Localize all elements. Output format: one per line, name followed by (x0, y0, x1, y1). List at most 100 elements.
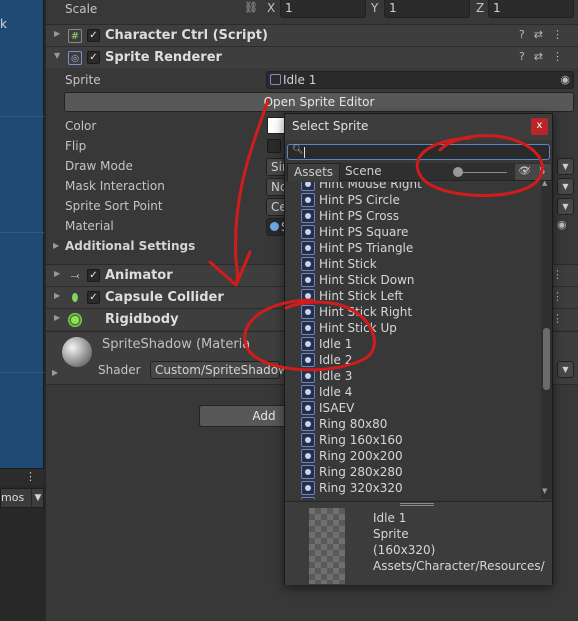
sprite-icon (301, 289, 315, 303)
sprite-icon (301, 321, 315, 335)
list-item-label: Idle 3 (319, 369, 353, 383)
enable-checkbox[interactable]: ✓ (87, 29, 100, 42)
sprite-icon (301, 241, 315, 255)
zoom-slider-track[interactable] (457, 172, 507, 173)
sprite-icon (301, 369, 315, 383)
foldout-arrow-icon[interactable]: ▶ (54, 269, 60, 278)
foldout-arrow-icon[interactable]: ▶ (54, 29, 60, 38)
script-icon: # (68, 29, 82, 43)
list-scrollbar[interactable]: ▲ ▼ (541, 179, 552, 499)
more-options-icon[interactable]: ⋮ (25, 470, 36, 483)
chevron-down-icon[interactable]: ▼ (557, 158, 574, 175)
foldout-arrow-icon[interactable]: ▶ (54, 313, 60, 322)
foldout-arrow-icon[interactable]: ▶ (53, 241, 59, 250)
color-swatch[interactable] (267, 117, 285, 134)
list-item-label: Hint Stick Up (319, 321, 397, 335)
rigidbody-icon (68, 313, 82, 327)
foldout-arrow-icon[interactable]: ▼ (54, 51, 60, 60)
component-title: Rigidbody (105, 312, 179, 327)
sprite-list[interactable]: Hint Mouse Right Hint PS Circle Hint PS Cr… (285, 182, 541, 499)
scene-grid-line (0, 372, 44, 373)
sprite-icon (301, 337, 315, 351)
close-button[interactable]: x (531, 118, 548, 135)
chevron-down-icon[interactable]: ▼ (557, 178, 574, 195)
resize-grip[interactable] (400, 503, 434, 506)
foldout-arrow-icon[interactable]: ▶ (52, 368, 58, 377)
chevron-down-icon[interactable]: ▼ (557, 361, 574, 378)
additional-settings-label: Additional Settings (65, 239, 196, 253)
object-picker-icon[interactable]: ◉ (557, 218, 567, 231)
enable-checkbox[interactable]: ✓ (87, 269, 100, 282)
chevron-down-icon[interactable]: ▼ (557, 198, 574, 215)
scale-x-field[interactable]: 1 (280, 0, 366, 18)
zoom-slider-handle[interactable] (453, 167, 463, 177)
open-sprite-editor-button[interactable]: Open Sprite Editor (64, 92, 574, 112)
capsule-collider-icon: ⬮ (71, 291, 79, 304)
flip-x-checkbox[interactable] (267, 139, 281, 153)
list-item-label: Ring 80x80 (319, 417, 388, 431)
scale-y-field[interactable]: 1 (384, 0, 470, 18)
enable-checkbox[interactable]: ✓ (87, 291, 100, 304)
component-title: Capsule Collider (105, 290, 224, 305)
scene-viewport[interactable]: k (0, 0, 44, 468)
draw-mode-label: Draw Mode (65, 159, 133, 173)
list-item-label: Run 1 (319, 496, 353, 499)
hidden-packages-toggle[interactable]: 👁︎̸ 5 (515, 164, 551, 180)
scroll-down-icon[interactable]: ▼ (542, 487, 547, 495)
picker-tabs: Assets Scene 👁︎̸ 5 (285, 163, 552, 181)
constrain-proportions-icon[interactable]: ⛓ (244, 1, 258, 14)
scroll-up-icon[interactable]: ▲ (542, 179, 547, 187)
preview-path: Assets/Character/Resources/ (373, 559, 545, 573)
sprite-label: Sprite (65, 73, 101, 87)
picker-title: Select Sprite (292, 119, 369, 133)
sprite-icon (301, 257, 315, 271)
preview-name: Idle 1 (373, 511, 407, 525)
list-item-label: Hint PS Square (319, 225, 409, 239)
enable-checkbox[interactable]: ✓ (87, 51, 100, 64)
select-sprite-window: Select Sprite x 🔍︎ Assets Scene 👁︎̸ 5 Hi… (284, 113, 553, 585)
preview-info: Idle 1 Sprite (160x320) Assets/Character… (373, 510, 545, 574)
search-input[interactable]: 🔍︎ (287, 144, 550, 160)
eye-hidden-icon: 👁︎̸ (518, 166, 531, 177)
material-icon (270, 222, 279, 231)
sprite-icon (301, 353, 315, 367)
component-title: Sprite Renderer (105, 50, 222, 65)
object-picker-icon[interactable]: ◉ (560, 72, 570, 88)
sprite-icon (270, 74, 281, 85)
gizmos-label: mos (1, 491, 25, 504)
sprite-renderer-header[interactable]: ▼ ◎ ✓ Sprite Renderer ?⇄⋮ (46, 46, 578, 68)
flip-label: Flip (65, 139, 87, 153)
x-label: X (267, 1, 276, 15)
sprite-sort-point-label: Sprite Sort Point (65, 199, 163, 213)
preview-pane: Idle 1 Sprite (160x320) Assets/Character… (285, 501, 552, 585)
sprite-icon (301, 273, 315, 287)
sprite-icon (301, 209, 315, 223)
component-header-icons[interactable]: ?⇄⋮ (519, 28, 572, 41)
list-item-label: Hint Mouse Right (319, 182, 422, 191)
tab-assets[interactable]: Assets (287, 163, 341, 181)
hidden-count: 5 (539, 166, 546, 177)
scale-z-field[interactable]: 1 (488, 0, 574, 18)
list-item-label: Hint PS Cross (319, 209, 400, 223)
sprite-thumbnail (309, 508, 345, 584)
list-item-label: Idle 1 (319, 337, 353, 351)
character-ctrl-header[interactable]: ▶ # ✓ Character Ctrl (Script) ?⇄⋮ (46, 24, 578, 46)
gizmos-dropdown[interactable]: mos ▼ (0, 488, 44, 508)
shader-dropdown[interactable]: Custom/SpriteShadow (150, 361, 288, 379)
picker-titlebar[interactable]: Select Sprite x (285, 114, 552, 140)
material-label: Material (65, 219, 114, 233)
sprite-icon (301, 481, 315, 495)
scrollbar-thumb[interactable] (543, 328, 550, 390)
scale-label: Scale (65, 2, 98, 16)
sprite-object-field[interactable]: Idle 1 ◉ (266, 71, 574, 89)
foldout-arrow-icon[interactable]: ▶ (54, 291, 60, 300)
chevron-down-icon[interactable]: ▼ (31, 489, 44, 507)
sprite-icon (301, 449, 315, 463)
panel-toolbar: ⋮ (0, 468, 44, 486)
list-item-label: Idle 4 (319, 385, 353, 399)
tab-scene[interactable]: Scene (339, 163, 388, 181)
list-item-label: Ring 200x200 (319, 449, 403, 463)
component-header-icons[interactable]: ?⇄⋮ (519, 50, 572, 63)
list-item-label: Hint Stick Left (319, 289, 404, 303)
list-item-label: Hint Stick (319, 257, 377, 271)
